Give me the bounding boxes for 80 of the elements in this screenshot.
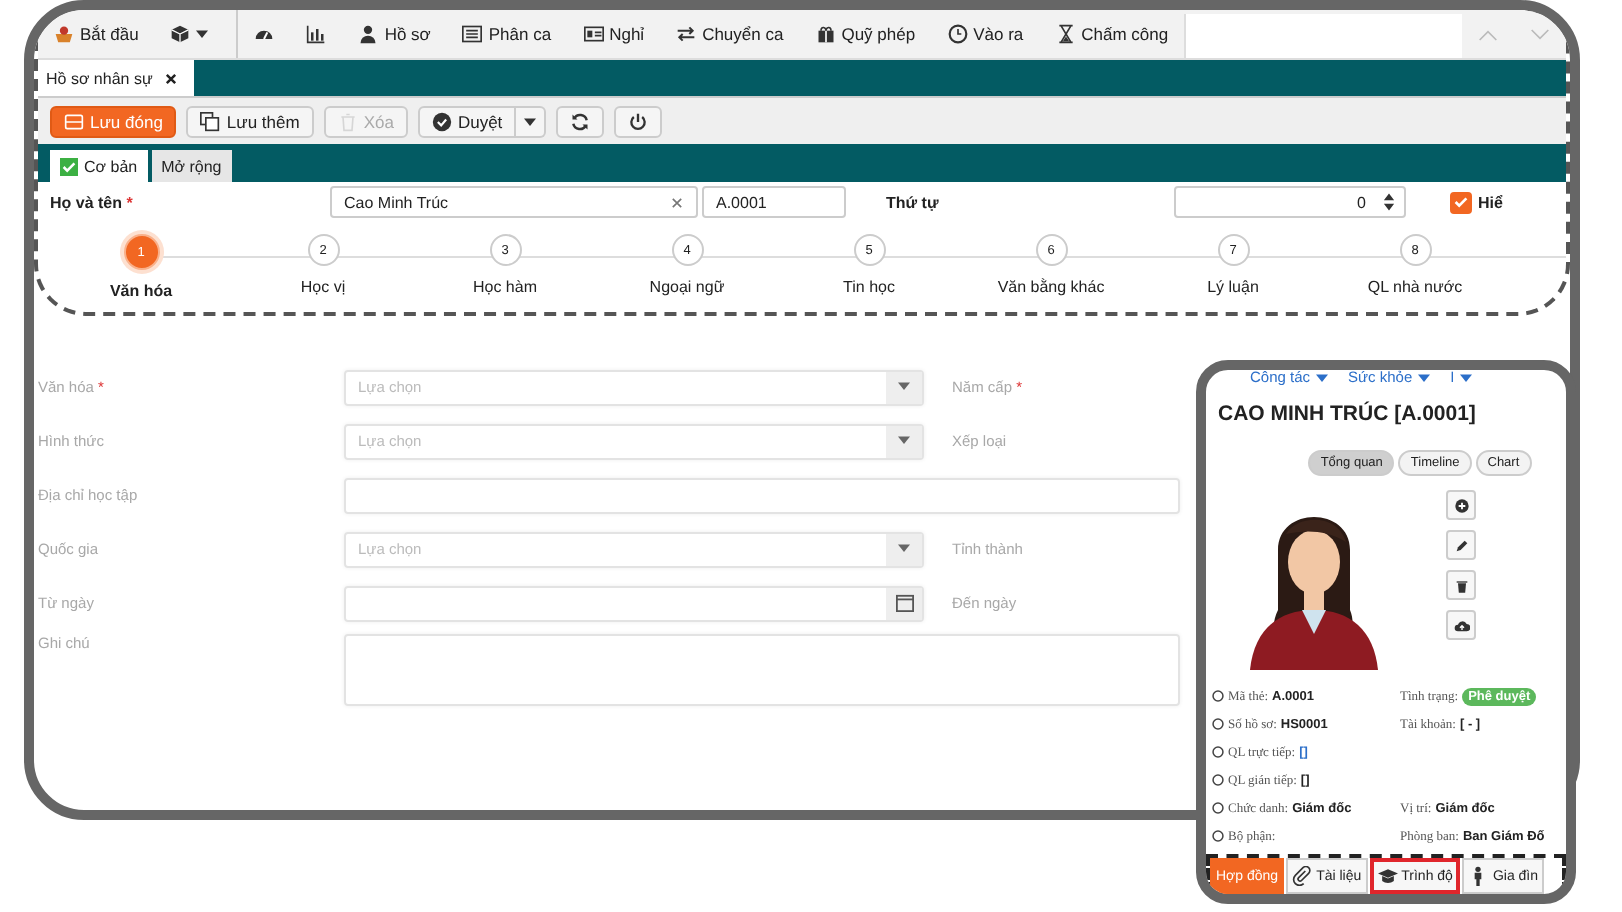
trash-icon [337,112,358,132]
checkbox-label: Hiể [1478,193,1503,211]
caret-icon [1460,373,1473,383]
graduation-cap-icon [1377,866,1398,886]
field-label: Họ và tên * [50,193,135,211]
menu-item[interactable]: Hồ sơ [342,10,447,58]
spinner-icon[interactable] [1382,190,1396,214]
info-icon [1212,690,1224,702]
clock-icon [947,24,968,44]
icon-button[interactable] [614,106,663,138]
swap-icon [676,24,697,44]
info-icon [1212,718,1224,730]
action-button[interactable] [1446,610,1476,640]
calendar-icon [895,594,913,612]
paperclip-icon [1292,866,1313,886]
plus-circle-icon [1453,497,1469,513]
caret-icon [898,436,910,446]
order-field[interactable]: 0 [1174,186,1406,218]
cloud-upload-icon [1453,617,1469,633]
check-circle-icon [431,112,452,132]
step-label: Văn bằng khác [997,278,1105,296]
step-label: QL nhà nước [1367,278,1463,296]
pencil-icon [1453,537,1469,553]
info-icon [1212,746,1224,758]
icon-button[interactable] [556,106,605,138]
code-field[interactable]: A.0001 [702,186,846,218]
dropdown-button[interactable] [516,106,547,138]
info-icon [1212,830,1224,842]
info-icon [1212,774,1224,786]
save-icon [64,112,84,132]
list-icon [462,24,483,44]
menu-item[interactable]: Nghỉ [567,10,661,58]
caret-icon [196,29,209,39]
sub-tab[interactable]: Cơ bản [50,150,148,182]
sub-tab[interactable]: Mở rộng [151,150,232,182]
caret-icon [1316,373,1329,383]
info-icon [1212,802,1224,814]
document-tab[interactable]: Hồ sơ nhân sự [38,60,195,96]
action-button[interactable] [1446,570,1476,600]
menu-item[interactable]: Chuyển ca [660,10,800,58]
user-icon [358,24,379,44]
cube-icon [170,24,191,44]
gift-icon [815,24,836,44]
menu-item[interactable]: Phân ca [446,10,568,58]
step-label: Học hàm [472,278,537,296]
step-label: Học vị [300,278,346,296]
action-button[interactable] [1446,530,1476,560]
employee-name: CAO MINH TRÚC [A.0001] [1216,399,1478,426]
approve-button[interactable]: Duyệt [417,106,517,138]
power-icon [628,112,649,132]
check-icon [60,157,78,175]
close-icon[interactable] [164,71,179,85]
menu-item[interactable]: Quỹ phép [799,10,932,58]
step-label: Văn hóa [109,282,173,300]
step-label: Ngoại ngữ [649,278,725,296]
text-field[interactable] [344,477,1180,513]
hourglass-icon [1055,24,1076,44]
copy-icon [200,112,221,132]
clear-icon[interactable] [670,195,684,209]
refresh-icon [570,112,591,132]
menu-item[interactable]: Chấm công [1039,10,1185,58]
step-label: Lý luận [1207,278,1259,296]
menu-item[interactable]: Vào ra [931,10,1040,58]
date-field[interactable] [344,585,924,621]
field-label: Thứ tự [884,193,941,211]
caret-icon [898,382,910,392]
toolbar-button[interactable]: Lưu thêm [186,106,314,138]
checkbox[interactable] [1450,191,1472,213]
name-field[interactable]: Cao Minh Trúc [330,186,698,218]
menu-item[interactable]: Bắt đầu [38,10,155,58]
basket-icon [54,24,74,44]
caret-icon [898,544,910,554]
bar-chart-icon [306,24,327,44]
notes-field[interactable] [344,634,1180,706]
action-button[interactable] [1446,490,1476,520]
caret-icon [1418,373,1431,383]
id-card-icon [583,24,604,44]
caret-icon [524,117,537,127]
trash-icon [1453,577,1469,593]
step-label: Tin học [843,278,895,296]
